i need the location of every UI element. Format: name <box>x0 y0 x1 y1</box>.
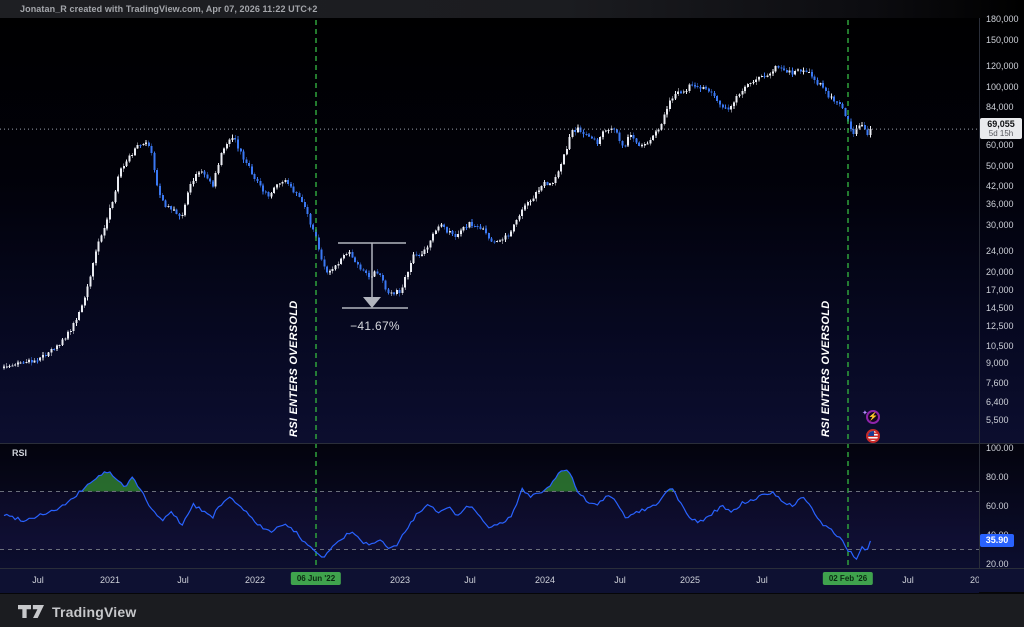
price-tick: 84,000 <box>986 102 1014 112</box>
last-price-label: 69,055 5d 15h <box>980 118 1022 139</box>
oversold-annotation-2[interactable]: RSI ENTERS OVERSOLD <box>820 301 832 438</box>
price-range-measure-label[interactable]: −41.67% <box>325 319 425 333</box>
time-tick: 2024 <box>535 575 555 585</box>
price-tick: 100,000 <box>986 82 1019 92</box>
chart-canvas[interactable] <box>0 0 1024 592</box>
time-tick: 2021 <box>100 575 120 585</box>
rsi-tick: 60.00 <box>986 501 1009 511</box>
tradingview-logo-text: TradingView <box>52 604 136 620</box>
time-tick: Jul <box>464 575 476 585</box>
time-tick: Jul <box>902 575 914 585</box>
rsi-pane-title[interactable]: RSI <box>12 448 27 458</box>
rsi-overbought-fill <box>79 470 674 491</box>
time-tick: Jul <box>177 575 189 585</box>
bar-countdown: 5d 15h <box>980 129 1022 138</box>
time-tick: Jul <box>32 575 44 585</box>
price-tick: 60,000 <box>986 140 1014 150</box>
price-tick: 120,000 <box>986 61 1019 71</box>
rsi-tick: 80.00 <box>986 472 1009 482</box>
time-tick: 2023 <box>390 575 410 585</box>
event-date-badge[interactable]: 06 Jun '22 <box>291 572 341 585</box>
price-tick: 36,000 <box>986 199 1014 209</box>
price-tick: 10,500 <box>986 341 1014 351</box>
flash-event-icon[interactable]: ✦⚡ <box>866 410 880 424</box>
tradingview-logo-mark <box>18 604 44 619</box>
time-tick: Jul <box>756 575 768 585</box>
price-tick: 5,500 <box>986 415 1009 425</box>
price-tick: 6,400 <box>986 397 1009 407</box>
rsi-tick: 20.00 <box>986 559 1009 569</box>
axis-corner <box>979 568 1024 593</box>
tradingview-snapshot: Jonatan_R created with TradingView.com, … <box>0 0 1024 627</box>
last-price-value: 69,055 <box>980 119 1022 129</box>
oversold-annotation-1[interactable]: RSI ENTERS OVERSOLD <box>288 301 300 438</box>
price-tick: 9,000 <box>986 358 1009 368</box>
price-tick: 180,000 <box>986 14 1019 24</box>
time-tick: Jul <box>614 575 626 585</box>
price-tick: 50,000 <box>986 161 1014 171</box>
price-tick: 30,000 <box>986 220 1014 230</box>
price-tick: 14,500 <box>986 303 1014 313</box>
tradingview-logo[interactable]: TradingView <box>18 604 136 620</box>
rsi-tick: 100.00 <box>986 443 1014 453</box>
price-axis[interactable]: 180,000150,000120,000100,00084,00072,000… <box>980 0 1024 443</box>
sparkle-icon: ✦ <box>862 409 868 418</box>
us-flag-event-icon[interactable] <box>866 429 880 443</box>
price-tick: 7,600 <box>986 378 1009 388</box>
time-tick: 2022 <box>245 575 265 585</box>
rsi-axis[interactable]: 100.0080.0060.0040.0020.00 <box>980 443 1024 568</box>
candles-layer <box>3 65 871 370</box>
time-tick: 2027 <box>970 575 979 585</box>
price-tick: 150,000 <box>986 35 1019 45</box>
price-tick: 12,500 <box>986 321 1014 331</box>
price-tick: 42,000 <box>986 181 1014 191</box>
time-axis[interactable]: 06 Jun '22 02 Feb '26 Jul 2021 Jul 2022 2023… <box>0 568 979 593</box>
attribution-text: Jonatan_R created with TradingView.com, … <box>20 4 317 14</box>
price-tick: 17,000 <box>986 285 1014 295</box>
price-tick: 20,000 <box>986 267 1014 277</box>
price-tick: 24,000 <box>986 246 1014 256</box>
bottom-brand-bar: TradingView <box>0 592 1024 627</box>
event-date-badge[interactable]: 02 Feb '26 <box>823 572 873 585</box>
flag-canton <box>868 431 874 436</box>
time-tick: 2025 <box>680 575 700 585</box>
rsi-last-value-label: 35.90 <box>980 534 1014 547</box>
